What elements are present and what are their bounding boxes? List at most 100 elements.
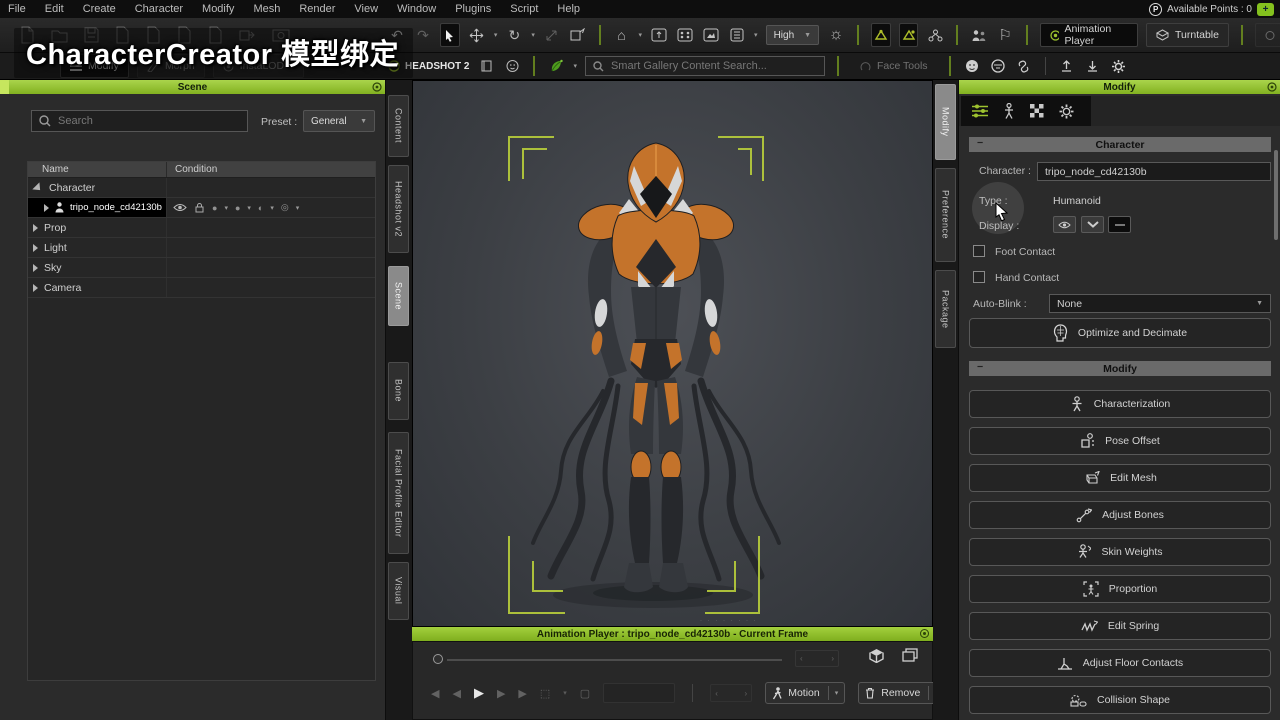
tree-row-camera[interactable]: Camera xyxy=(28,278,375,298)
menu-create[interactable]: Create xyxy=(83,3,116,15)
motion-button[interactable]: Motion ▾ xyxy=(765,682,845,704)
face-key-icon[interactable] xyxy=(963,54,981,78)
step-back-button[interactable]: ◀ xyxy=(452,687,460,700)
step-forward-button[interactable]: ▶ xyxy=(497,687,505,700)
tab-bone[interactable]: Bone xyxy=(388,362,409,420)
home-view-icon[interactable]: ⌂ xyxy=(613,23,631,47)
turntable-button[interactable]: Turntable xyxy=(1146,23,1229,47)
light-icon[interactable]: ☼ xyxy=(827,23,845,47)
menu-render[interactable]: Render xyxy=(299,3,335,15)
upload-icon[interactable] xyxy=(1058,54,1076,78)
add-points-button[interactable]: + xyxy=(1257,3,1274,16)
menu-mesh[interactable]: Mesh xyxy=(253,3,280,15)
hand-contact-checkbox[interactable] xyxy=(973,271,985,283)
subtab-bone-icon[interactable] xyxy=(1002,103,1016,120)
tab-headshot-v2[interactable]: Headshot v2 xyxy=(388,165,409,253)
expand-triangle-icon[interactable] xyxy=(33,244,38,252)
menu-help[interactable]: Help xyxy=(557,3,580,15)
expand-triangle-icon[interactable] xyxy=(33,264,38,272)
animation-player-button[interactable]: Animation Player xyxy=(1040,23,1138,47)
opacity-caret-icon[interactable]: ▾ xyxy=(270,204,274,212)
tab-content[interactable]: Content xyxy=(388,95,409,157)
pose-offset-button[interactable]: Pose Offset xyxy=(969,427,1271,455)
menu-edit[interactable]: Edit xyxy=(45,3,64,15)
target-caret-icon[interactable]: ▾ xyxy=(296,204,300,212)
content-search-box[interactable] xyxy=(585,56,825,76)
optimize-decimate-button[interactable]: Optimize and Decimate xyxy=(969,318,1271,348)
tab-package[interactable]: Package xyxy=(935,270,956,348)
menu-script[interactable]: Script xyxy=(510,3,538,15)
panel-options-icon[interactable] xyxy=(1267,82,1277,92)
render-caret-icon[interactable]: ▾ xyxy=(754,31,758,39)
character-section-header[interactable]: − Character xyxy=(969,137,1271,152)
foot-contact-checkbox[interactable] xyxy=(973,245,985,257)
panel-options-icon[interactable] xyxy=(372,82,382,92)
animation-player-bar[interactable]: Animation Player : tripo_node_cd42130b -… xyxy=(412,627,933,641)
content-library-icon[interactable] xyxy=(477,54,495,78)
menu-window[interactable]: Window xyxy=(397,3,436,15)
shader-caret-icon[interactable]: ▾ xyxy=(247,204,251,212)
face-tools-button[interactable]: Face Tools xyxy=(851,54,937,78)
viewport-3d[interactable]: · · · · · · · · xyxy=(412,80,933,627)
tree-row-character[interactable]: Character xyxy=(28,178,375,198)
modify-section-header[interactable]: − Modify xyxy=(969,361,1271,376)
material-dot-icon[interactable]: ● xyxy=(212,203,217,213)
character-name-field[interactable]: tripo_node_cd42130b xyxy=(1037,162,1271,181)
menu-file[interactable]: File xyxy=(8,3,26,15)
collapse-triangle-icon[interactable] xyxy=(32,182,43,193)
render-settings-icon[interactable] xyxy=(728,23,746,47)
characterization-button[interactable]: Characterization xyxy=(969,390,1271,418)
scene-search-box[interactable] xyxy=(31,110,248,132)
modify-panel-header[interactable]: Modify xyxy=(959,80,1280,94)
settings-gear-icon[interactable] xyxy=(1110,54,1128,78)
player-collapse-icon[interactable] xyxy=(920,629,929,638)
tree-row-prop[interactable]: Prop xyxy=(28,218,375,238)
world-axes-icon[interactable] xyxy=(868,648,885,663)
quality-dropdown[interactable]: High ▼ xyxy=(766,25,820,45)
collapse-minus-icon[interactable]: − xyxy=(977,361,983,373)
play-button[interactable]: ▶ xyxy=(474,685,484,701)
tree-row-sky[interactable]: Sky xyxy=(28,258,375,278)
adjust-bones-button[interactable]: Adjust Bones xyxy=(969,501,1271,529)
camera-view-1-icon[interactable] xyxy=(650,23,668,47)
download-icon[interactable] xyxy=(1084,54,1102,78)
auto-blink-dropdown[interactable]: None ▼ xyxy=(1049,294,1271,313)
tree-row-light[interactable]: Light xyxy=(28,238,375,258)
pick-target-icon[interactable]: ◎ xyxy=(281,202,289,213)
column-name[interactable]: Name xyxy=(28,162,166,177)
rotate-tool-icon[interactable]: ↻ xyxy=(505,23,523,47)
expand-triangle-icon[interactable] xyxy=(44,204,49,212)
plant-leaf-icon[interactable] xyxy=(547,54,565,78)
content-search-input[interactable] xyxy=(611,60,771,72)
loop-button[interactable]: ▢ xyxy=(580,687,590,700)
panel-scrollbar[interactable] xyxy=(1274,150,1278,240)
timeline-handle[interactable] xyxy=(433,654,443,664)
speed-spinner[interactable]: ‹› xyxy=(710,684,752,702)
frame-spinner[interactable]: ‹› xyxy=(795,650,839,667)
tab-scene[interactable]: Scene xyxy=(388,266,409,326)
copy-frames-icon[interactable] xyxy=(902,648,918,662)
tab-modify[interactable]: Modify xyxy=(935,84,956,160)
expand-triangle-icon[interactable] xyxy=(33,224,38,232)
camera-path-icon[interactable] xyxy=(871,23,891,47)
menu-plugins[interactable]: Plugins xyxy=(455,3,491,15)
home-options-caret-icon[interactable]: ▾ xyxy=(639,31,643,39)
opacity-icon[interactable]: ◐ xyxy=(258,203,263,213)
preset-dropdown[interactable]: General ▼ xyxy=(303,110,375,132)
creator-button[interactable]: Cr...er xyxy=(1255,23,1280,47)
link-group-icon[interactable] xyxy=(926,23,944,47)
go-start-button[interactable]: ◀ xyxy=(431,687,439,700)
subtab-attributes-icon[interactable] xyxy=(971,103,989,119)
go-end-button[interactable]: ▶ xyxy=(518,687,526,700)
plant-caret-icon[interactable]: ▾ xyxy=(573,62,577,70)
tab-visual[interactable]: Visual xyxy=(388,562,409,620)
expand-triangle-icon[interactable] xyxy=(33,284,38,292)
menu-view[interactable]: View xyxy=(354,3,378,15)
transform-tool-icon[interactable] xyxy=(569,23,587,47)
subtab-texture-icon[interactable] xyxy=(1029,103,1045,119)
panel-drag-dots[interactable]: · · · · · · · · xyxy=(700,618,758,624)
flag-icon[interactable]: ⚐ xyxy=(996,23,1014,47)
visibility-eye-icon[interactable] xyxy=(173,203,187,212)
select-tool-icon[interactable] xyxy=(440,23,460,47)
display-eye-button[interactable] xyxy=(1053,216,1076,233)
